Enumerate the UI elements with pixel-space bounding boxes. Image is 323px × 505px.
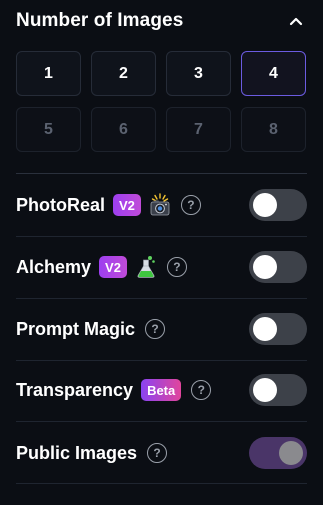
photoreal-help-icon[interactable]: ? — [180, 195, 201, 215]
transparency-row: Transparency Beta ? — [16, 374, 307, 406]
camera-sparkle-icon — [149, 193, 171, 217]
transparency-help-icon[interactable]: ? — [191, 380, 212, 400]
image-count-5-button: 5 — [16, 107, 81, 152]
section-title: Number of Images — [16, 10, 184, 31]
alchemy-version-badge: V2 — [99, 256, 127, 278]
toggle-knob — [253, 317, 277, 341]
chevron-up-icon[interactable] — [285, 10, 307, 32]
image-count-2-button[interactable]: 2 — [91, 51, 156, 96]
prompt-magic-help-icon[interactable]: ? — [145, 319, 166, 339]
divider — [16, 360, 307, 361]
toggle-knob — [279, 441, 303, 465]
public-images-toggle[interactable] — [249, 437, 307, 469]
potion-flask-icon — [135, 255, 157, 279]
number-of-images-header[interactable]: Number of Images — [16, 9, 307, 33]
image-settings-panel: Number of Images 1 2 3 4 5 6 7 8 PhotoRe… — [0, 0, 323, 505]
transparency-toggle[interactable] — [249, 374, 307, 406]
image-count-7-button: 7 — [166, 107, 231, 152]
alchemy-row: Alchemy V2 ? — [16, 251, 307, 283]
divider — [16, 421, 307, 422]
image-count-6-button: 6 — [91, 107, 156, 152]
alchemy-label: Alchemy — [16, 256, 92, 277]
prompt-magic-row: Prompt Magic ? — [16, 313, 307, 345]
transparency-label: Transparency — [16, 379, 134, 400]
image-count-3-button[interactable]: 3 — [166, 51, 231, 96]
divider — [16, 173, 307, 174]
public-images-label: Public Images — [16, 442, 138, 463]
transparency-beta-badge: Beta — [141, 379, 182, 401]
divider — [16, 236, 307, 237]
toggle-knob — [253, 193, 277, 217]
prompt-magic-label: Prompt Magic — [16, 318, 136, 339]
photoreal-row: PhotoReal V2 ? — [16, 189, 307, 221]
toggle-knob — [253, 255, 277, 279]
public-images-row: Public Images ? — [16, 437, 307, 469]
prompt-magic-toggle[interactable] — [249, 313, 307, 345]
divider — [16, 298, 307, 299]
photoreal-version-badge: V2 — [113, 194, 141, 216]
image-count-8-button: 8 — [241, 107, 306, 152]
image-count-grid: 1 2 3 4 5 6 7 8 — [16, 51, 307, 152]
alchemy-toggle[interactable] — [249, 251, 307, 283]
photoreal-toggle[interactable] — [249, 189, 307, 221]
image-count-1-button[interactable]: 1 — [16, 51, 81, 96]
toggle-knob — [253, 378, 277, 402]
image-count-4-button[interactable]: 4 — [241, 51, 306, 96]
alchemy-help-icon[interactable]: ? — [166, 257, 187, 277]
public-images-help-icon[interactable]: ? — [147, 443, 168, 463]
divider — [16, 483, 307, 484]
photoreal-label: PhotoReal — [16, 194, 106, 215]
